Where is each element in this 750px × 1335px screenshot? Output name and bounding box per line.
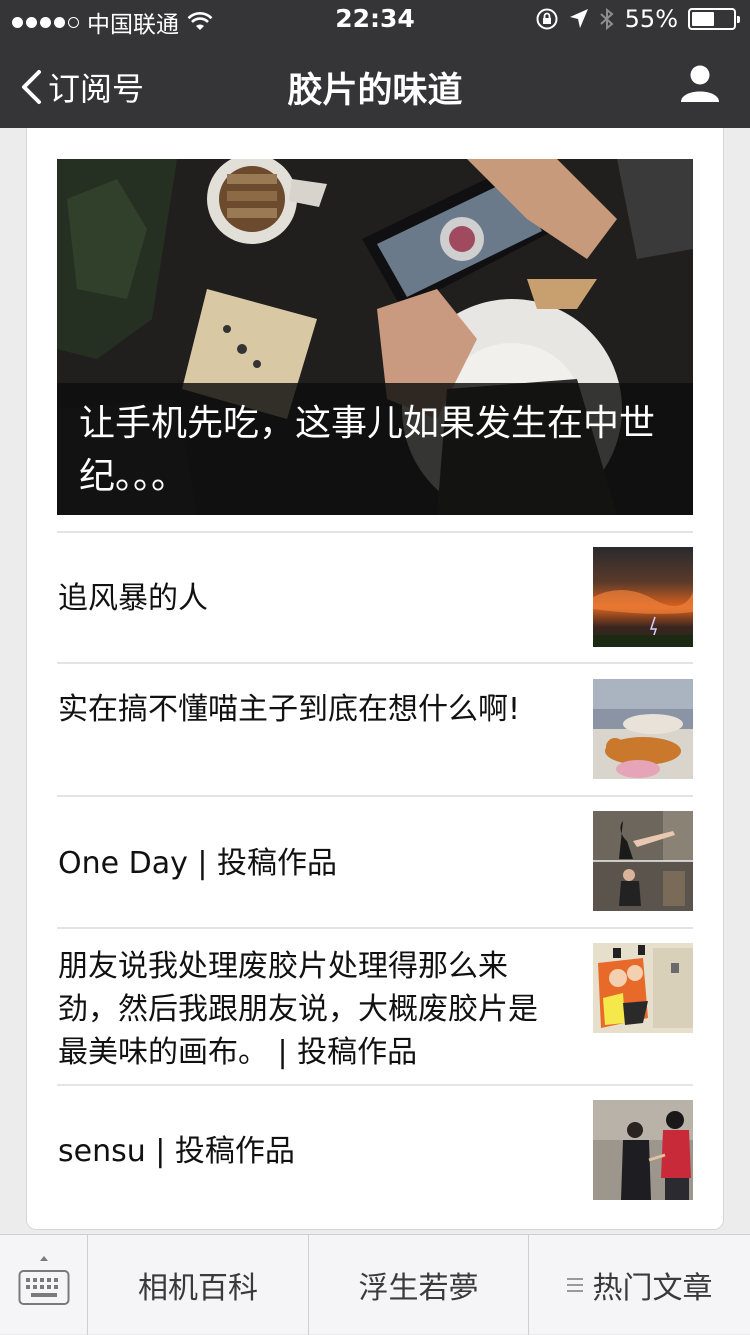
menu-tab-label: 热门文章 [592,1271,713,1306]
location-icon [569,9,588,28]
article-title: 朋友说我处理废胶片处理得那么来劲，然后我跟朋友说，大概废胶片是最美味的画布。 |… [58,949,538,1070]
header: 中国联通 22:34 55% 订阅号 胶片的味道 [0,0,750,128]
article-thumbnail [593,547,693,647]
article-title: 实在搞不懂喵主子到底在想什么啊! [58,692,521,727]
battery-percent: 55% [624,5,678,33]
menu-tab-label: 相机百科 [138,1271,258,1306]
article-item[interactable]: sensu | 投稿作品 [57,1084,693,1216]
bluetooth-icon [599,7,614,31]
article-thumbnail [593,679,693,779]
submenu-icon [566,1278,583,1292]
article-title: 追风暴的人 [58,581,208,616]
navigation-bar: 订阅号 胶片的味道 [0,40,750,128]
keyboard-toggle-button[interactable] [0,1235,88,1335]
page-title: 胶片的味道 [287,71,463,111]
status-bar: 中国联通 22:34 55% [0,0,750,40]
article-item[interactable]: 朋友说我处理废胶片处理得那么来劲，然后我跟朋友说，大概废胶片是最美味的画布。 |… [57,927,693,1084]
article-thumbnail [593,1100,693,1200]
keyboard-icon [18,1256,70,1305]
article-title: sensu | 投稿作品 [58,1134,295,1169]
featured-article-title: 让手机先吃，这事儿如果发生在中世纪。。。 [57,383,693,515]
article-item[interactable]: 追风暴的人 [57,531,693,662]
user-profile-icon[interactable] [680,64,720,104]
rotation-lock-icon [536,8,558,30]
article-list-card: 让手机先吃，这事儿如果发生在中世纪。。。 追风暴的人 实在搞不懂喵主子到底在想什… [26,128,724,1230]
menu-tab-label: 浮生若夢 [358,1271,479,1306]
article-thumbnail [593,943,693,1043]
menu-tab[interactable]: 相机百科 [88,1235,309,1335]
menu-tab[interactable]: 浮生若夢 [309,1235,529,1335]
bottom-menu-bar: 相机百科 浮生若夢 热门文章 [0,1234,750,1335]
article-item[interactable]: One Day | 投稿作品 [57,795,693,927]
article-item[interactable]: 实在搞不懂喵主子到底在想什么啊! [57,662,693,795]
battery-icon [688,8,740,30]
article-title: One Day | 投稿作品 [58,846,338,881]
article-thumbnail [593,811,693,911]
featured-article[interactable]: 让手机先吃，这事儿如果发生在中世纪。。。 [57,159,693,515]
menu-tab-submenu[interactable]: 热门文章 [529,1235,750,1335]
